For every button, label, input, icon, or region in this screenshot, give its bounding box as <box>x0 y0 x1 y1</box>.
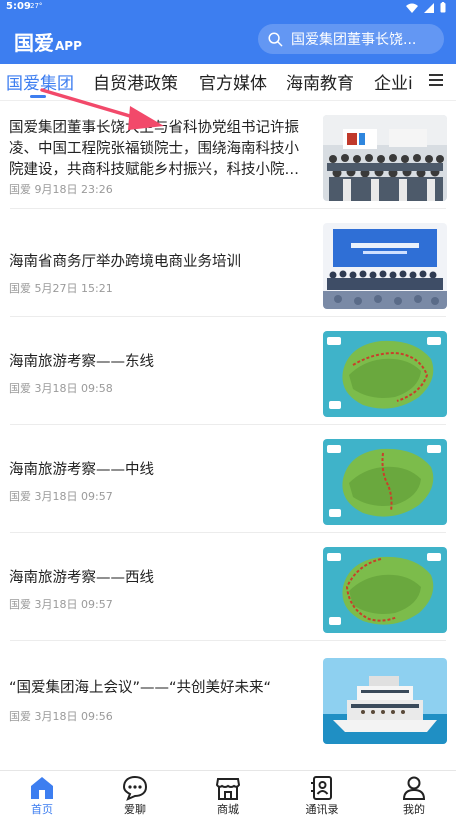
signal-icon <box>424 2 434 13</box>
search-placeholder: 国爱集团董事长饶... <box>291 32 417 48</box>
app-title-suffix: APP <box>55 39 82 53</box>
news-meta: 国爱 3月18日 09:57 <box>9 596 113 612</box>
search-icon <box>268 31 283 46</box>
chat-icon <box>122 775 148 801</box>
category-tabs: 国爱集团 自贸港政策 官方媒体 海南教育 企业i <box>0 64 456 101</box>
news-date: 5月27日 15:21 <box>34 282 113 295</box>
news-source: 国爱 <box>9 183 31 196</box>
news-title: 海南省商务厅举办跨境电商业务培训 <box>9 254 241 270</box>
status-time: 5:09 <box>6 1 31 12</box>
profile-icon <box>402 776 426 800</box>
news-thumbnail-map-west <box>323 547 447 633</box>
nav-label: 爱聊 <box>124 803 146 816</box>
news-date: 3月18日 09:58 <box>34 382 113 395</box>
nav-profile[interactable]: 我的 <box>384 775 444 817</box>
news-item[interactable]: 国爱集团董事长饶大卫与省科协党组书记许振凌、中国工程院张福锁院士，围绕海南科技小… <box>0 101 456 209</box>
news-title: 海南旅游考察——东线 <box>9 354 154 370</box>
news-thumbnail-map-central <box>323 439 447 525</box>
tab-ftz-policy[interactable]: 自贸港政策 <box>93 69 178 94</box>
news-meta: 国爱 5月27日 15:21 <box>9 280 113 296</box>
nav-label: 商城 <box>217 803 239 816</box>
news-item[interactable]: “国爱集团海上会议”——“共创美好未来“ 国爱 3月18日 09:56 <box>0 641 456 749</box>
news-thumbnail-yacht <box>323 658 447 744</box>
app-header: 国爱APP 国爱集团董事长饶... <box>0 16 456 64</box>
status-temperature: 27° <box>30 2 43 10</box>
news-title: 国爱集团董事长饶大卫与省科协党组书记许振凌、中国工程院张福锁院士，围绕海南科技小… <box>9 120 299 178</box>
bottom-nav: 首页 爱聊 商城 通讯录 我的 <box>0 770 456 820</box>
news-thumbnail-group-photo <box>323 115 447 201</box>
news-date: 3月18日 09:57 <box>34 598 113 611</box>
news-meta: 国爱 9月18日 23:26 <box>9 181 113 197</box>
app-title-main: 国爱 <box>14 31 54 55</box>
nav-home[interactable]: 首页 <box>12 775 72 817</box>
news-date: 9月18日 23:26 <box>34 183 113 196</box>
news-thumbnail-map-east <box>323 331 447 417</box>
wifi-icon <box>406 3 418 13</box>
status-bar: 5:09 27° <box>0 0 456 16</box>
tab-hainan-education[interactable]: 海南教育 <box>286 69 354 94</box>
news-thumbnail-conference <box>323 223 447 309</box>
nav-label: 我的 <box>403 803 425 816</box>
news-title: “国爱集团海上会议”——“共创美好未来“ <box>9 680 272 696</box>
news-meta: 国爱 3月18日 09:56 <box>9 708 113 724</box>
nav-label: 首页 <box>31 803 53 816</box>
nav-shop[interactable]: 商城 <box>198 775 258 817</box>
news-source: 国爱 <box>9 490 31 503</box>
news-source: 国爱 <box>9 282 31 295</box>
tab-guoai-group[interactable]: 国爱集团 <box>6 69 74 94</box>
news-source: 国爱 <box>9 710 31 723</box>
nav-chat[interactable]: 爱聊 <box>105 775 165 817</box>
shop-icon <box>215 778 241 800</box>
contacts-icon <box>311 776 332 800</box>
news-item[interactable]: 海南旅游考察——西线 国爱 3月18日 09:57 <box>0 533 456 641</box>
news-meta: 国爱 3月18日 09:57 <box>9 488 113 504</box>
app-title: 国爱APP <box>14 27 82 56</box>
tab-official-media[interactable]: 官方媒体 <box>199 69 267 94</box>
news-title: 海南旅游考察——中线 <box>9 462 154 478</box>
active-tab-indicator <box>30 95 46 98</box>
nav-label: 通讯录 <box>305 803 339 816</box>
battery-icon <box>440 2 446 13</box>
menu-icon[interactable] <box>428 73 444 87</box>
news-date: 3月18日 09:56 <box>34 710 113 723</box>
news-item[interactable]: 海南旅游考察——中线 国爱 3月18日 09:57 <box>0 425 456 533</box>
news-source: 国爱 <box>9 598 31 611</box>
news-item[interactable]: 海南省商务厅举办跨境电商业务培训 国爱 5月27日 15:21 <box>0 209 456 317</box>
search-bar[interactable]: 国爱集团董事长饶... <box>258 24 444 54</box>
news-item[interactable]: 海南旅游考察——东线 国爱 3月18日 09:58 <box>0 317 456 425</box>
news-date: 3月18日 09:57 <box>34 490 113 503</box>
status-icons <box>406 2 446 13</box>
news-title: 海南旅游考察——西线 <box>9 570 154 586</box>
news-source: 国爱 <box>9 382 31 395</box>
tab-enterprise[interactable]: 企业i <box>374 69 412 94</box>
nav-contacts[interactable]: 通讯录 <box>292 775 352 817</box>
news-meta: 国爱 3月18日 09:58 <box>9 380 113 396</box>
home-icon <box>31 777 53 799</box>
